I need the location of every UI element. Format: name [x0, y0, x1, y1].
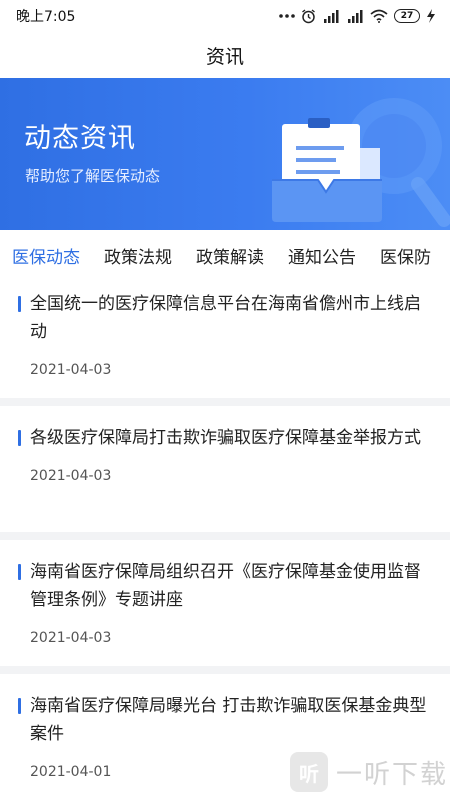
battery-level: 27: [400, 10, 414, 21]
news-title: 海南省医疗保障局曝光台 打击欺诈骗取医保基金典型案件: [30, 696, 427, 744]
document-search-icon: [272, 98, 450, 227]
divider: [0, 398, 450, 406]
news-title: 各级医疗保障局打击欺诈骗取医疗保障基金举报方式: [30, 428, 421, 448]
page-title: 资讯: [205, 45, 244, 68]
accent-bar: [18, 430, 21, 446]
watermark-logo: 听: [290, 752, 328, 792]
charging-icon: [427, 9, 435, 23]
watermark-text: 一听下载: [336, 759, 449, 790]
battery-icon: 27: [394, 9, 420, 23]
news-date: 2021-04-03: [30, 630, 112, 646]
banner-subtitle: 帮助您了解医保动态: [25, 167, 161, 185]
more-dots-icon: [279, 14, 295, 18]
status-icons: 27: [279, 8, 436, 24]
divider: [0, 532, 450, 540]
news-date: 2021-04-03: [30, 362, 112, 378]
list-item[interactable]: 全国统一的医疗保障信息平台在海南省儋州市上线启动 2021-04-03: [0, 278, 450, 398]
accent-bar: [18, 296, 21, 312]
list-item[interactable]: 海南省医疗保障局组织召开《医疗保障基金使用监督管理条例》专题讲座 2021-04…: [0, 540, 450, 666]
banner-title: 动态资讯: [24, 123, 136, 154]
watermark: 听 一听下载: [290, 752, 448, 792]
tab-medical-fraud-prevention[interactable]: 医保防: [368, 243, 443, 268]
tab-policy-regulations[interactable]: 政策法规: [92, 243, 184, 268]
signal-hd-icon: [324, 10, 339, 23]
accent-bar: [18, 698, 21, 714]
divider: [0, 666, 450, 674]
wifi-icon: [370, 9, 388, 23]
tab-medical-news[interactable]: 医保动态: [0, 243, 92, 268]
status-time: 晚上7:05: [16, 9, 76, 25]
signal-hd-icon: [348, 10, 363, 23]
nav-bar: 资讯: [0, 32, 450, 78]
tab-policy-interpretation[interactable]: 政策解读: [184, 243, 276, 268]
banner: 动态资讯 帮助您了解医保动态: [0, 78, 450, 230]
list-item[interactable]: 各级医疗保障局打击欺诈骗取医疗保障基金举报方式 2021-04-03: [0, 406, 450, 532]
category-tabs: 医保动态 政策法规 政策解读 通知公告 医保防: [0, 232, 450, 278]
news-title: 全国统一的医疗保障信息平台在海南省儋州市上线启动: [30, 294, 421, 342]
tab-notices[interactable]: 通知公告: [276, 243, 368, 268]
alarm-icon: [302, 8, 315, 23]
news-title: 海南省医疗保障局组织召开《医疗保障基金使用监督管理条例》专题讲座: [30, 562, 421, 610]
news-date: 2021-04-03: [30, 468, 112, 484]
news-list: 全国统一的医疗保障信息平台在海南省儋州市上线启动 2021-04-03 各级医疗…: [0, 278, 450, 800]
accent-bar: [18, 564, 21, 580]
status-bar: 晚上7:05 27: [0, 0, 450, 32]
